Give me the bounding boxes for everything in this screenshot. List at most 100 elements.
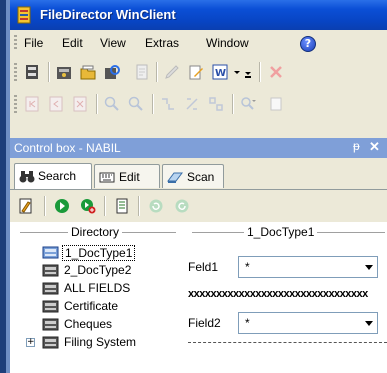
toolbar-grip[interactable] <box>14 95 17 113</box>
toolbar-separator <box>96 94 97 114</box>
svg-text:W: W <box>215 68 226 79</box>
word-dropdown-button[interactable] <box>232 62 242 82</box>
disabled-doc-button[interactable] <box>132 62 152 82</box>
edit-query-icon <box>19 198 32 214</box>
field1-label: Feld1 <box>188 260 219 274</box>
doctype-icon <box>42 300 59 313</box>
field1-combo[interactable]: * <box>238 256 378 278</box>
toolbar-separator <box>232 94 233 114</box>
page-prev-icon <box>49 96 63 112</box>
menu-extras[interactable]: Extras <box>145 36 179 50</box>
pin-icon[interactable]: ᵽ <box>353 139 360 153</box>
app-window: FileDirector WinClient File Edit View Ex… <box>10 0 387 373</box>
tree-item-all-fields[interactable]: ALL FIELDS <box>42 280 192 298</box>
toolbar-separator <box>104 196 105 216</box>
search-content: Directory 1_DocType1 2_DocType2 ALL FIEL… <box>10 222 387 373</box>
word-icon: W <box>212 64 228 80</box>
help-icon[interactable]: ? <box>300 36 316 52</box>
go-plus-icon <box>81 199 96 214</box>
run-search-new-button[interactable] <box>78 196 98 216</box>
chevron-down-icon[interactable] <box>365 265 373 270</box>
archive-button[interactable] <box>22 62 42 82</box>
control-box-tabs: Search Edit Scan <box>10 158 387 190</box>
page-prev-button[interactable] <box>46 94 66 114</box>
toolbar-separator <box>152 94 153 114</box>
control-box-title: Control box - NABIL <box>14 141 121 155</box>
menu-bar: File Edit View Extras Window ? <box>10 30 387 56</box>
fit-all-button[interactable] <box>206 94 226 114</box>
search-cabinet-button[interactable] <box>102 62 122 82</box>
tab-scan[interactable]: Scan <box>162 164 224 188</box>
toolbar-grip[interactable] <box>14 63 17 81</box>
tree-item-label: Certificate <box>64 299 119 313</box>
tree-item-filing-system[interactable]: Filing System <box>42 334 192 352</box>
folders-icon <box>80 65 96 80</box>
folders-button[interactable] <box>78 62 98 82</box>
menu-window[interactable]: Window <box>206 36 249 50</box>
reset-button[interactable] <box>172 196 192 216</box>
field2-value: * <box>245 316 250 330</box>
field2-label: Field2 <box>188 316 221 330</box>
page-close-icon <box>73 96 87 112</box>
tree-item-certificate[interactable]: Certificate <box>42 298 192 316</box>
field2-combo[interactable]: * <box>238 312 378 334</box>
page-close-button[interactable] <box>70 94 90 114</box>
list-document-icon <box>116 198 128 214</box>
zoom-out-icon <box>128 96 143 111</box>
zoom-out-button[interactable] <box>126 94 146 114</box>
toolbar-separator <box>259 62 260 82</box>
run-search-button[interactable] <box>52 196 72 216</box>
cabinet-button[interactable] <box>54 62 74 82</box>
menu-edit[interactable]: Edit <box>62 36 83 50</box>
toolbar-overflow-button[interactable] <box>244 62 252 82</box>
tab-search[interactable]: Search <box>14 163 92 189</box>
tree-expander[interactable]: + <box>26 338 35 347</box>
tab-scan-label: Scan <box>187 170 215 184</box>
go-icon <box>55 199 69 213</box>
tree-item-cheques[interactable]: Cheques <box>42 316 192 334</box>
menu-file[interactable]: File <box>24 36 43 50</box>
title-bar[interactable]: FileDirector WinClient <box>10 0 387 30</box>
fit-width-button[interactable] <box>158 94 178 114</box>
toolbar-separator <box>44 196 45 216</box>
word-button[interactable]: W <box>210 62 230 82</box>
app-icon[interactable] <box>17 6 31 24</box>
menu-view[interactable]: View <box>100 36 126 50</box>
page-view-button[interactable] <box>266 94 286 114</box>
cabinet-icon <box>57 67 71 79</box>
results-list-button[interactable] <box>112 196 132 216</box>
doctype-icon <box>42 246 59 259</box>
disabled-pen-button[interactable] <box>162 62 182 82</box>
tree-item-doctype2[interactable]: 2_DocType2 <box>42 262 192 280</box>
zoom-in-icon <box>104 96 119 111</box>
fit-width-icon <box>162 98 174 110</box>
edit-note-button[interactable] <box>186 62 206 82</box>
tree-item-label: Filing System <box>64 335 137 349</box>
page-view-icon <box>270 97 282 111</box>
page-first-button[interactable] <box>22 94 42 114</box>
close-icon[interactable]: ✕ <box>369 139 380 155</box>
refresh-button[interactable] <box>146 196 166 216</box>
search-cabinet-icon <box>105 65 120 79</box>
edit-query-button[interactable] <box>16 196 36 216</box>
menu-grip[interactable] <box>14 35 17 51</box>
form-header: 1_DocType1 <box>244 225 318 239</box>
fit-page-icon <box>186 98 198 110</box>
chevron-down-icon[interactable] <box>365 321 373 326</box>
document-disabled-icon <box>136 64 148 80</box>
zoom-menu-button[interactable] <box>238 94 258 114</box>
doctype-icon <box>42 318 59 331</box>
keyboard-icon <box>99 172 115 183</box>
zoom-in-button[interactable] <box>102 94 122 114</box>
delete-button[interactable] <box>266 62 286 82</box>
tab-search-label: Search <box>38 169 77 183</box>
fit-page-button[interactable] <box>182 94 202 114</box>
toolbar-separator <box>48 62 49 82</box>
field-separator: xxxxxxxxxxxxxxxxxxxxxxxxxxxxxxxx <box>188 288 368 300</box>
secondary-toolbar <box>10 88 387 120</box>
search-toolbar <box>10 190 387 222</box>
chevron-down-icon <box>234 71 240 74</box>
tab-edit[interactable]: Edit <box>94 164 160 188</box>
scanner-icon <box>167 172 183 183</box>
tree-item-doctype1[interactable]: 1_DocType1 <box>42 244 192 262</box>
